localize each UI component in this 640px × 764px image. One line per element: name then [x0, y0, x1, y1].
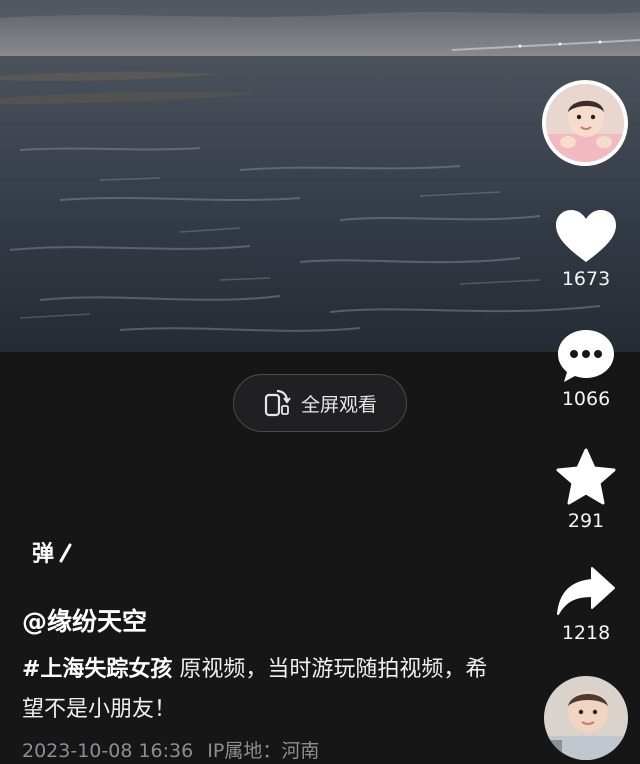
post-meta: 2023-10-08 16:36 IP属地：河南 — [22, 736, 319, 763]
video-frame[interactable] — [0, 0, 640, 352]
favorite-button[interactable]: 291 — [546, 448, 626, 532]
music-disc-image — [544, 676, 628, 760]
danmu-toggle[interactable]: 弹 — [32, 536, 72, 568]
author-avatar[interactable] — [542, 80, 628, 166]
speech-bubble-icon — [558, 330, 614, 382]
fullscreen-label: 全屏观看 — [300, 393, 377, 416]
ip-location: IP属地：河南 — [207, 740, 320, 762]
music-disc[interactable] — [544, 676, 628, 760]
phone-rotate-icon — [264, 389, 291, 417]
post-datetime: 2023-10-08 16:36 — [22, 740, 194, 762]
comment-count: 1066 — [561, 388, 611, 410]
post-caption: #上海失踪女孩 原视频，当时游玩随拍视频，希望不是小朋友！ — [22, 650, 492, 730]
comment-button[interactable]: 1066 — [546, 328, 626, 410]
danmu-label: 弹 — [32, 542, 54, 567]
fullscreen-button[interactable]: 全屏观看 — [233, 374, 407, 432]
video-player-screen: 全屏观看 弹 @缘纷天空 #上海失踪女孩 原视频，当时游玩随拍视频，希望不是小朋… — [0, 0, 640, 764]
author-name[interactable]: @缘纷天空 — [22, 602, 147, 638]
like-button[interactable]: 1673 — [546, 210, 626, 290]
share-button[interactable]: 1218 — [546, 566, 626, 644]
share-count: 1218 — [561, 622, 611, 644]
share-arrow-icon — [557, 567, 615, 615]
favorite-count: 291 — [567, 510, 605, 532]
heart-icon — [556, 210, 616, 262]
star-icon — [556, 448, 616, 505]
like-count: 1673 — [561, 268, 611, 290]
baby-photo-image — [546, 84, 624, 162]
danmu-icon — [59, 543, 72, 563]
sea-scene-image — [0, 0, 640, 352]
hashtag-link[interactable]: #上海失踪女孩 — [22, 657, 172, 682]
